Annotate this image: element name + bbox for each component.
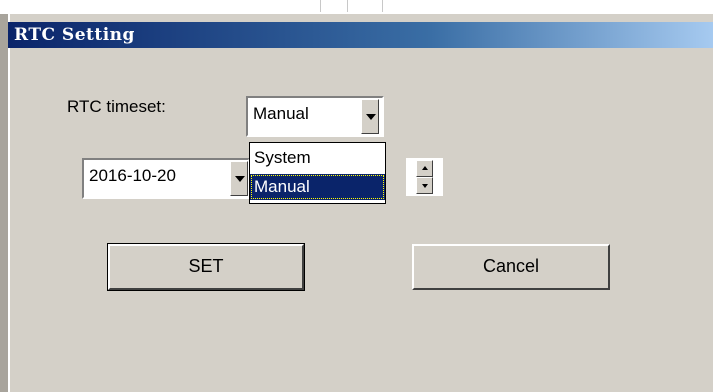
date-value: 2016-10-20 xyxy=(89,166,176,185)
timeset-dropdown-list: System Manual xyxy=(249,142,386,204)
timeset-select[interactable]: Manual xyxy=(246,96,384,137)
timeset-dropdown-button[interactable] xyxy=(361,99,379,134)
timeset-label: RTC timeset: xyxy=(67,97,166,116)
date-dropdown-button[interactable] xyxy=(230,161,248,196)
option-system[interactable]: System xyxy=(250,145,385,171)
set-button[interactable]: SET xyxy=(107,243,305,291)
chevron-down-icon xyxy=(366,114,376,120)
window-border-highlight xyxy=(8,14,10,392)
window-title: RTC Setting xyxy=(14,25,135,45)
strip-divider xyxy=(382,0,383,12)
strip-divider xyxy=(320,0,321,12)
arrow-up-icon xyxy=(422,166,428,170)
time-spinner[interactable] xyxy=(406,158,443,196)
cancel-button[interactable]: Cancel xyxy=(412,244,610,290)
chevron-down-icon xyxy=(235,176,245,182)
timeset-value: Manual xyxy=(253,104,309,123)
spin-down-button[interactable] xyxy=(416,177,433,194)
title-bar[interactable]: RTC Setting xyxy=(8,22,713,48)
date-picker[interactable]: 2016-10-20 xyxy=(82,158,250,199)
window-border xyxy=(0,14,8,392)
spin-up-button[interactable] xyxy=(416,160,433,177)
background-strip xyxy=(0,0,713,14)
option-manual[interactable]: Manual xyxy=(250,174,385,200)
arrow-down-icon xyxy=(422,184,428,188)
strip-divider xyxy=(347,0,348,12)
